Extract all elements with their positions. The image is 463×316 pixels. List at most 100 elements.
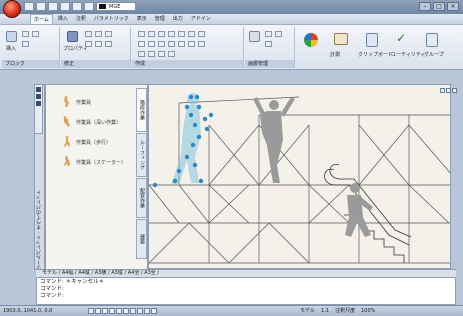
grid-toggle-icon[interactable] — [95, 308, 101, 314]
tab-annotate[interactable]: 注釈 — [73, 14, 89, 24]
dimension-icon[interactable] — [188, 41, 195, 47]
copy-icon[interactable] — [95, 31, 102, 37]
group-icon[interactable] — [426, 33, 438, 47]
otrack-toggle-icon[interactable] — [123, 308, 129, 314]
offset-icon[interactable] — [138, 41, 145, 47]
layer-on-icon[interactable] — [265, 31, 272, 37]
print-icon[interactable] — [60, 2, 70, 11]
line-icon[interactable] — [138, 31, 145, 37]
annotation-scale-label[interactable]: 注釈尺度 — [335, 306, 355, 316]
utilities-check-icon[interactable]: ✓ — [396, 32, 410, 45]
application-menu-button[interactable] — [3, 0, 21, 18]
layer-lock-icon[interactable] — [265, 41, 272, 47]
polar-toggle-icon[interactable] — [109, 308, 115, 314]
drawing-canvas[interactable] — [148, 84, 451, 269]
join-icon[interactable] — [158, 51, 165, 57]
hatch-icon[interactable] — [188, 31, 195, 37]
chamfer-icon[interactable] — [168, 51, 175, 57]
close-viewport-icon[interactable] — [452, 88, 457, 93]
fillet-icon[interactable] — [168, 41, 175, 47]
rectangle-icon[interactable] — [178, 31, 185, 37]
command-history-line: コマンド: ＊キャンセル＊ — [40, 279, 105, 285]
snap-toggle-icon[interactable] — [88, 308, 94, 314]
palette-tab-roofing[interactable]: ルーフィング — [136, 133, 147, 177]
clipboard-icon[interactable] — [366, 33, 378, 47]
annotation-scale[interactable]: 1:1 — [321, 306, 329, 316]
lineweight-toggle-icon[interactable] — [144, 308, 150, 314]
ducs-toggle-icon[interactable] — [130, 308, 136, 314]
minimize-button[interactable]: – — [419, 2, 431, 11]
ribbon-tabs: ホーム 挿入 注釈 パラメトリック 表示 管理 出力 アドイン — [0, 14, 463, 25]
workspace-dropdown[interactable]: MGE — [96, 2, 136, 11]
insert-button-label: 挿入 — [6, 46, 17, 52]
palette-tab-architecture[interactable]: 建築 — [136, 219, 147, 259]
undo-icon[interactable] — [72, 2, 82, 11]
group-button-label: グループ — [424, 52, 444, 58]
save-icon[interactable] — [48, 2, 58, 11]
rotate-icon[interactable] — [105, 31, 112, 37]
trim-icon[interactable] — [148, 41, 155, 47]
clipboard-button-label: クリップボード — [358, 52, 394, 58]
title-bar: MGE – □ × — [0, 0, 463, 14]
layer-freeze-icon[interactable] — [275, 31, 282, 37]
close-button[interactable]: × — [447, 2, 459, 11]
palette-item[interactable]: 作業員（深い作業） — [62, 115, 121, 129]
palette-item[interactable]: 作業員 — [62, 95, 91, 109]
window-controls: – □ × — [419, 2, 459, 11]
create-block-icon[interactable] — [22, 31, 29, 37]
close-icon[interactable] — [36, 87, 41, 92]
explode-icon[interactable] — [148, 51, 155, 57]
properties-icon[interactable] — [67, 31, 78, 42]
stretch-icon[interactable] — [95, 41, 102, 47]
palette-tab-piping[interactable]: 配管作業 — [136, 178, 147, 218]
tab-home[interactable]: ホーム — [30, 14, 53, 24]
edit-block-icon[interactable] — [32, 31, 39, 37]
layer-properties-icon[interactable] — [249, 31, 260, 42]
erase-icon[interactable] — [138, 51, 145, 57]
zoom-level: 100% — [361, 308, 376, 314]
layout-tabs[interactable]: モデル / A4幅 / A4縦 / A3横 / A3縦 / A4全 / A3全 … — [36, 269, 456, 277]
palette-tab-stairs[interactable]: 階段作業 — [136, 88, 147, 132]
extend-icon[interactable] — [158, 41, 165, 47]
array-icon[interactable] — [178, 41, 185, 47]
properties-menu-icon[interactable] — [36, 101, 41, 106]
arc-icon[interactable] — [168, 31, 175, 37]
command-line[interactable]: コマンド: ＊キャンセル＊ コマンド: コマンド: — [36, 277, 456, 305]
leader-icon[interactable] — [198, 41, 205, 47]
redo-icon[interactable] — [84, 2, 94, 11]
palette-item[interactable]: 作業員（スケーター） — [62, 155, 126, 169]
autohide-icon[interactable] — [36, 94, 41, 99]
utilities-button-label: ユーティリティ — [391, 52, 426, 58]
tab-parametric[interactable]: パラメトリック — [91, 14, 132, 24]
command-prompt[interactable]: コマンド: — [40, 293, 452, 300]
quick-properties-icon[interactable] — [151, 308, 157, 314]
tab-manage[interactable]: 管理 — [152, 14, 168, 24]
ortho-toggle-icon[interactable] — [102, 308, 108, 314]
restore-viewport-icon[interactable] — [446, 88, 451, 93]
new-file-icon[interactable] — [24, 2, 34, 11]
tab-insert[interactable]: 挿入 — [55, 14, 71, 24]
panel-utilities: ✓ 計測 クリップボード ユーティリティ グループ — [296, 27, 461, 68]
viewport-controls — [440, 88, 457, 93]
model-space-button[interactable]: モデル — [300, 306, 315, 316]
move-icon[interactable] — [85, 31, 92, 37]
text-icon[interactable] — [198, 31, 205, 37]
circle-icon[interactable] — [158, 31, 165, 37]
osnap-toggle-icon[interactable] — [116, 308, 122, 314]
insert-block-icon[interactable] — [6, 31, 17, 42]
measure-icon[interactable] — [334, 33, 348, 45]
tab-addins[interactable]: アドイン — [188, 14, 214, 24]
tab-view[interactable]: 表示 — [134, 14, 150, 24]
panel-label-block: ブロック — [2, 60, 59, 68]
scale-icon[interactable] — [105, 41, 112, 47]
maximize-button[interactable]: □ — [433, 2, 445, 11]
tab-output[interactable]: 出力 — [170, 14, 186, 24]
minimize-viewport-icon[interactable] — [440, 88, 445, 93]
status-right: モデル 1:1 注釈尺度 100% — [300, 306, 375, 316]
palette-item[interactable]: 作業員（歩行） — [62, 135, 111, 149]
open-file-icon[interactable] — [36, 2, 46, 11]
attribute-icon[interactable] — [22, 41, 29, 47]
polyline-icon[interactable] — [148, 31, 155, 37]
color-wheel-icon[interactable] — [304, 33, 318, 47]
dyn-toggle-icon[interactable] — [137, 308, 143, 314]
